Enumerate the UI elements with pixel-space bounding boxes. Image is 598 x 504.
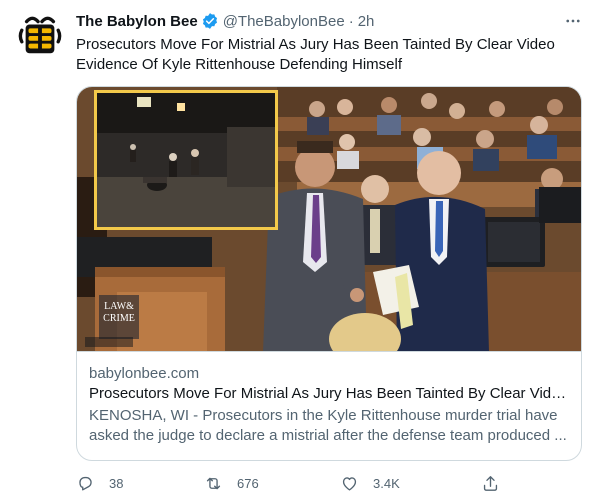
card-image[interactable]: LAW& CRIME xyxy=(77,87,581,352)
retweet-icon xyxy=(206,477,221,489)
reply-button[interactable]: 38 xyxy=(76,470,123,496)
card-title: Prosecutors Move For Mistrial As Jury Ha… xyxy=(89,385,567,402)
tweet-text: Prosecutors Move For Mistrial As Jury Ha… xyxy=(76,36,555,73)
tweet-header: The Babylon Bee @TheBabylonBee · 2h xyxy=(76,11,374,31)
tweet-actions: 38 676 3.4K xyxy=(64,470,524,496)
account-handle[interactable]: @TheBabylonBee xyxy=(223,13,345,30)
card-domain: babylonbee.com xyxy=(89,365,200,382)
card-description: KENOSHA, WI - Prosecutors in the Kyle Ri… xyxy=(89,407,567,444)
tweet-timestamp[interactable]: 2h xyxy=(358,13,375,30)
retweet-button[interactable]: 676 xyxy=(204,470,259,496)
share-button[interactable] xyxy=(481,470,500,496)
retweet-count: 676 xyxy=(237,475,259,491)
law-crime-logo-line2: CRIME xyxy=(103,313,135,324)
like-button[interactable]: 3.4K xyxy=(340,470,400,496)
babylon-bee-logo-icon xyxy=(18,16,62,54)
more-icon[interactable] xyxy=(561,10,585,32)
avatar[interactable] xyxy=(16,12,64,60)
like-count: 3.4K xyxy=(373,475,400,491)
account-name[interactable]: The Babylon Bee xyxy=(76,13,198,30)
separator-dot: · xyxy=(348,12,354,30)
share-icon xyxy=(483,475,498,491)
verified-badge-icon xyxy=(201,12,219,30)
like-icon xyxy=(342,476,357,491)
reply-count: 38 xyxy=(109,475,124,491)
link-card[interactable]: LAW& CRIME babylonbee.com Prosecutors Mo… xyxy=(76,86,582,461)
tweet[interactable]: The Babylon Bee @TheBabylonBee · 2h Pros… xyxy=(0,0,598,504)
reply-icon xyxy=(79,476,92,491)
law-crime-logo-line1: LAW& xyxy=(104,301,134,312)
